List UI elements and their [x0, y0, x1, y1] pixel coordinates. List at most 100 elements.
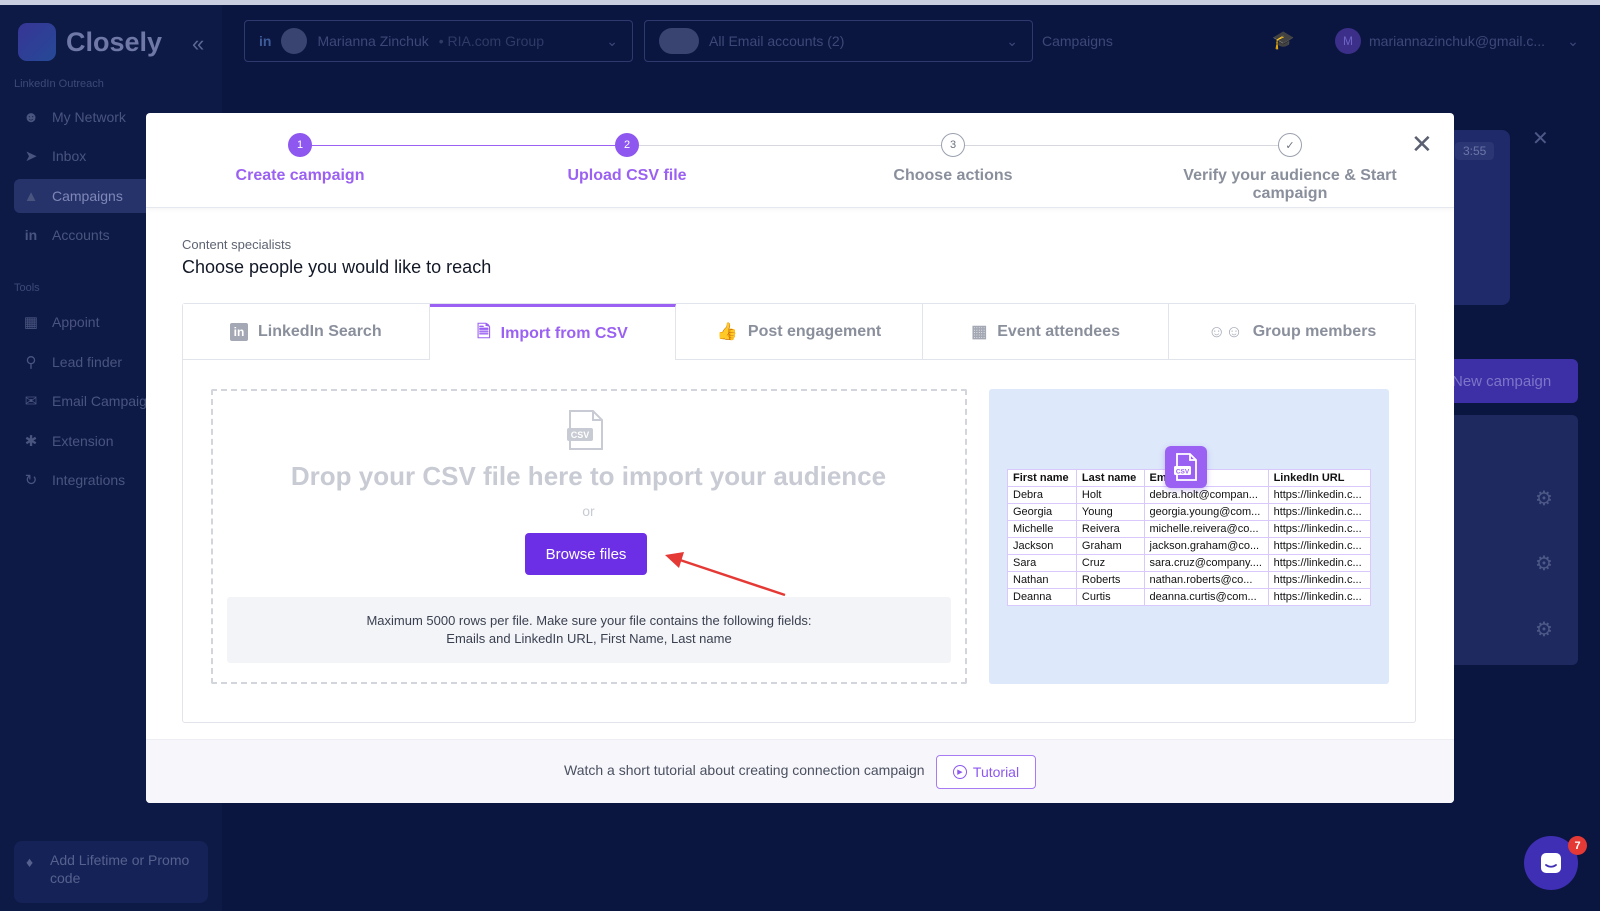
hint-line: Emails and LinkedIn URL, First Name, Las…	[446, 631, 732, 646]
tab-label: Post engagement	[747, 322, 882, 340]
table-cell: nathan.roberts@co...	[1143, 571, 1269, 589]
play-circle-icon: ▶	[952, 765, 967, 779]
new-campaign-label: New campaign	[1452, 372, 1552, 390]
close-icon[interactable]: ✕	[1532, 126, 1549, 151]
graduation-cap-icon[interactable]: 🎓	[1272, 30, 1294, 51]
linkedin-icon: in	[259, 33, 272, 49]
linkedin-account-select[interactable]: in Marianna Zinchuk • RIA.com Group ⌄	[244, 20, 633, 62]
collapse-sidebar-icon[interactable]: «	[192, 31, 204, 57]
campaigns-link[interactable]: Campaigns	[1042, 33, 1113, 49]
upload-requirements: Maximum 5000 rows per file. Make sure yo…	[227, 597, 951, 663]
table-cell: michelle.reivera@co...	[1143, 520, 1269, 538]
column-header: Last name	[1075, 469, 1145, 487]
email-accounts-select[interactable]: All Email accounts (2) ⌄	[644, 20, 1033, 62]
table-cell: georgia.young@com...	[1143, 503, 1269, 521]
thumbs-up-icon: 👍	[716, 321, 738, 341]
table-cell: Curtis	[1075, 588, 1145, 606]
step-label: Verify your audience & Start campaign	[1183, 167, 1397, 202]
table-cell: Sara	[1007, 554, 1077, 572]
check-icon: ✓	[1278, 133, 1302, 157]
table-row: Deanna Curtis deanna.curtis@com... https…	[1007, 588, 1372, 606]
gear-icon[interactable]: ⚙	[1535, 617, 1553, 642]
promo-code-button[interactable]: ♦ Add Lifetime or Promo code	[14, 841, 208, 903]
table-cell: Deanna	[1007, 588, 1077, 606]
dropzone-title: Drop your CSV file here to import your a…	[290, 461, 887, 491]
sidebar-item-label: Inbox	[52, 148, 87, 164]
table-cell: Cruz	[1075, 554, 1145, 572]
page-title: Choose people you would like to reach	[182, 257, 492, 277]
linkedin-icon: in	[24, 227, 38, 243]
tab-event-attendees[interactable]: ▦ Event attendees	[922, 304, 1170, 360]
tab-post-engagement[interactable]: 👍 Post engagement	[676, 304, 923, 360]
tab-group-members[interactable]: ☺☺ Group members	[1169, 304, 1415, 360]
avatar: M	[1335, 28, 1361, 54]
hint-line: Maximum 5000 rows per file. Make sure yo…	[366, 613, 812, 628]
user-email: mariannazinchuk@gmail.c...	[1369, 33, 1546, 49]
tutorial-prompt: Watch a short tutorial about creating co…	[564, 762, 925, 778]
gear-icon[interactable]: ⚙	[1535, 551, 1553, 576]
group-icon: ☺☺	[1208, 321, 1243, 341]
csv-file-icon: CSV	[1165, 446, 1207, 488]
tag-icon: ♦	[26, 854, 34, 870]
table-row: Georgia Young georgia.young@com... https…	[1007, 503, 1372, 521]
tab-linkedin-search[interactable]: in LinkedIn Search	[183, 304, 430, 360]
closely-logo-icon	[18, 23, 56, 61]
table-cell: https://linkedin.c...	[1267, 571, 1372, 589]
step-number: 1	[288, 133, 312, 157]
search-icon: ⚲	[25, 354, 37, 371]
avatar	[659, 28, 699, 54]
sidebar-item-label: Lead finder	[52, 354, 123, 370]
tab-label: Import from CSV	[500, 324, 628, 342]
user-menu[interactable]: M mariannazinchuk@gmail.c... ⌄	[1335, 28, 1579, 54]
step-create-campaign[interactable]: 1 Create campaign	[170, 133, 430, 185]
account-group: • RIA.com Group	[438, 33, 545, 49]
email-accounts-label: All Email accounts (2)	[709, 33, 845, 49]
table-cell: https://linkedin.c...	[1267, 486, 1372, 504]
source-panel: in LinkedIn Search 🗎 Import from CSV 👍 P…	[182, 303, 1416, 723]
gear-icon[interactable]: ⚙	[1535, 486, 1553, 511]
tab-import-from-csv[interactable]: 🗎 Import from CSV	[429, 304, 677, 360]
integrations-icon: ↻	[24, 472, 38, 489]
app-logo[interactable]: Closely	[18, 23, 162, 61]
tab-label: Event attendees	[997, 322, 1120, 340]
table-cell: https://linkedin.c...	[1267, 588, 1372, 606]
stepper: 1 Create campaign 2 Upload CSV file 3 Ch…	[146, 113, 1454, 208]
step-choose-actions[interactable]: 3 Choose actions	[823, 133, 1083, 185]
table-cell: https://linkedin.c...	[1267, 503, 1372, 521]
csv-format-preview: First name Last name Email LinkedIn URL …	[989, 389, 1389, 684]
send-icon: ➤	[24, 148, 38, 165]
table-row: Jackson Graham jackson.graham@co... http…	[1007, 537, 1372, 555]
tab-label: LinkedIn Search	[258, 322, 382, 340]
sidebar-item-label: Integrations	[52, 472, 126, 488]
table-cell: Debra	[1007, 486, 1077, 504]
tutorial-button[interactable]: ▶ Tutorial	[936, 755, 1036, 789]
table-cell: jackson.graham@co...	[1143, 537, 1269, 555]
chevron-down-icon: ⌄	[1006, 33, 1018, 49]
table-row: Nathan Roberts nathan.roberts@co... http…	[1007, 571, 1372, 589]
table-cell: Georgia	[1007, 503, 1077, 521]
chevron-down-icon: ⌄	[1567, 32, 1579, 49]
svg-text:CSV: CSV	[1176, 469, 1190, 476]
step-upload-csv[interactable]: 2 Upload CSV file	[497, 133, 757, 185]
avatar	[281, 28, 308, 54]
svg-text:CSV: CSV	[571, 430, 590, 440]
table-row: Debra Holt debra.holt@compan... https://…	[1007, 486, 1372, 504]
source-tabs: in LinkedIn Search 🗎 Import from CSV 👍 P…	[183, 304, 1415, 360]
csv-dropzone[interactable]: CSV Drop your CSV file here to import yo…	[211, 389, 967, 684]
column-header: LinkedIn URL	[1267, 469, 1372, 487]
chat-icon	[1541, 853, 1561, 873]
megaphone-icon: ▲	[23, 187, 39, 205]
csv-file-icon: 🗎	[476, 322, 491, 341]
table-cell: https://linkedin.c...	[1267, 554, 1372, 572]
close-icon[interactable]: ✕	[1411, 131, 1433, 157]
calendar-icon: ▦	[23, 314, 39, 331]
browse-files-button[interactable]: Browse files	[525, 533, 647, 575]
sidebar-item-label: Accounts	[52, 227, 110, 243]
sidebar-item-label: Campaigns	[52, 188, 123, 204]
campaign-subtitle: Content specialists	[182, 237, 292, 252]
chevron-down-icon: ⌄	[606, 33, 618, 49]
step-verify-start[interactable]: ✓ Verify your audience & Start campaign	[1150, 133, 1430, 203]
tutorial-label: Tutorial	[972, 764, 1020, 780]
table-cell: Michelle	[1007, 520, 1077, 538]
browser-top-strip	[0, 0, 1600, 5]
